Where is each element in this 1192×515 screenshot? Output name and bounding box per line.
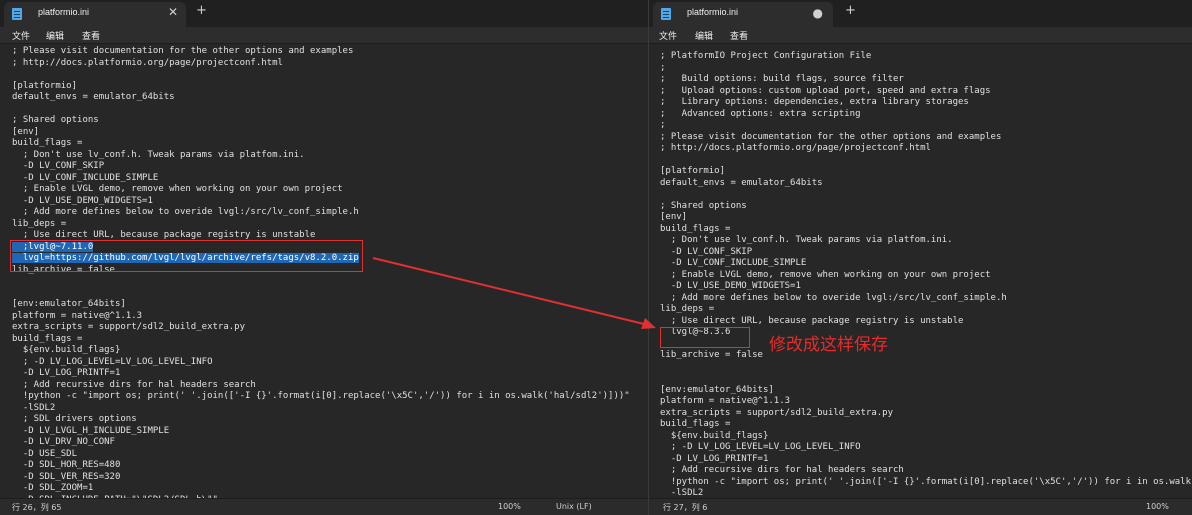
code-line: -D LV_CONF_INCLUDE_SIMPLE <box>660 258 807 268</box>
code-line: -D LV_DRV_NO_CONF <box>12 437 115 447</box>
code-line: [platformio] <box>12 80 78 91</box>
code-line: -D LV_LOG_PRINTF=1 <box>12 368 121 378</box>
tab-bar: platformio.ini ✕ + <box>0 0 648 27</box>
menu-bar: 文件 编辑 查看 <box>0 27 648 44</box>
tab-bar: platformio.ini ● + <box>649 0 1192 27</box>
tab-platformio-ini[interactable]: platformio.ini ✕ <box>4 2 186 27</box>
code-line: ; -D LV_LOG_LEVEL=LV_LOG_LEVEL_INFO <box>660 442 861 452</box>
cursor-position: 行 26，列 65 <box>12 503 62 512</box>
code-line: [env] <box>12 126 40 137</box>
code-line: ; Enable LVGL demo, remove when working … <box>12 184 343 194</box>
code-line: -D LV_CONF_INCLUDE_SIMPLE <box>12 172 159 183</box>
code-line: !python -c "import os; print(' '.join(['… <box>12 391 630 401</box>
code-line: -D SDL_VER_RES=320 <box>12 471 121 482</box>
code-line: lib_archive = false <box>660 350 763 360</box>
code-line: !python -c "import os; print(' '.join(['… <box>660 476 1192 487</box>
annotation-label: 修改成这样保存 <box>769 335 888 355</box>
code-line: ; Don't use lv_conf.h. Tweak params via … <box>12 149 305 160</box>
highlight-box-old-deps <box>10 240 363 272</box>
menu-bar: 文件 编辑 查看 <box>649 27 1192 44</box>
code-line: -D LV_USE_DEMO_WIDGETS=1 <box>660 281 801 291</box>
code-line: ; Please visit documentation for the oth… <box>660 131 1002 142</box>
unsaved-dot-icon[interactable]: ● <box>813 6 823 20</box>
code-line: -D USE_SDL <box>12 448 78 459</box>
code-line: -D LV_CONF_SKIP <box>12 161 105 171</box>
new-tab-button[interactable]: + <box>196 3 207 18</box>
code-line: ; Build options: build flags, source fil… <box>660 74 904 84</box>
code-line: -D LV_USE_DEMO_WIDGETS=1 <box>12 195 153 206</box>
code-line: ; SDL drivers options <box>12 414 137 424</box>
zoom-level: 100% <box>498 502 521 511</box>
code-line: ; Enable LVGL demo, remove when working … <box>660 269 991 280</box>
code-line: lib_deps = <box>660 304 715 314</box>
code-line: default_envs = emulator_64bits <box>12 92 175 102</box>
line-ending: Unix (LF) <box>556 502 592 511</box>
code-line: ${env.build_flags} <box>660 430 769 441</box>
code-line: -lSDL2 <box>660 488 704 498</box>
status-bar: 行 26，列 65 100% Unix (LF) <box>0 498 648 515</box>
code-line: ; Add recursive dirs for hal headers sea… <box>12 379 256 390</box>
code-line: ; <box>660 62 666 73</box>
menu-file[interactable]: 文件 <box>12 29 30 42</box>
notepad-window-right: platformio.ini ● + 文件 编辑 查看 ; PlatformIO… <box>648 0 1192 515</box>
status-bar: 行 27，列 6 100% <box>649 498 1192 515</box>
code-line: ; Add recursive dirs for hal headers sea… <box>660 465 904 475</box>
code-line: ; Advanced options: extra scripting <box>660 108 861 119</box>
code-line: build_flags = <box>12 138 83 148</box>
menu-view[interactable]: 查看 <box>82 29 100 42</box>
code-line: ; Add more defines below to overide lvgl… <box>12 207 359 217</box>
close-tab-icon[interactable]: ✕ <box>168 5 178 19</box>
code-line: [env:emulator_64bits] <box>660 384 774 395</box>
menu-edit[interactable]: 编辑 <box>46 29 64 42</box>
cursor-position: 行 27，列 6 <box>663 503 708 512</box>
highlight-box-new-deps <box>660 327 750 348</box>
code-line: ; http://docs.platformio.org/page/projec… <box>12 57 283 68</box>
code-line: [env:emulator_64bits] <box>12 299 126 309</box>
code-line: default_envs = emulator_64bits <box>660 177 823 188</box>
tab-title: platformio.ini <box>687 7 739 17</box>
notepad-file-icon <box>661 8 671 20</box>
code-line: ; Upload options: custom upload port, sp… <box>660 85 991 96</box>
code-line: ; Shared options <box>12 115 99 125</box>
code-line: build_flags = <box>660 419 731 429</box>
code-line: platform = native@^1.1.3 <box>12 310 143 321</box>
code-line: -D SDL_HOR_RES=480 <box>12 460 121 470</box>
menu-file[interactable]: 文件 <box>659 29 677 42</box>
code-line: lib_deps = <box>12 218 67 229</box>
code-line: ; http://docs.platformio.org/page/projec… <box>660 143 931 153</box>
menu-view[interactable]: 查看 <box>730 29 748 42</box>
code-line: -lSDL2 <box>12 402 56 413</box>
code-line: -D LV_LVGL_H_INCLUDE_SIMPLE <box>12 425 170 436</box>
code-line: ; <box>660 120 666 130</box>
code-line: ; Please visit documentation for the oth… <box>12 46 354 56</box>
code-line: -D LV_CONF_SKIP <box>660 246 753 257</box>
new-tab-button[interactable]: + <box>845 3 856 18</box>
code-line: -D SDL_ZOOM=1 <box>12 483 94 493</box>
zoom-level: 100% <box>1146 502 1169 511</box>
code-line: build_flags = <box>660 223 731 234</box>
code-line: [platformio] <box>660 166 726 176</box>
code-line: -D LV_LOG_PRINTF=1 <box>660 453 769 464</box>
notepad-file-icon <box>12 8 22 20</box>
code-line: ; -D LV_LOG_LEVEL=LV_LOG_LEVEL_INFO <box>12 356 213 367</box>
code-line: [env] <box>660 212 688 222</box>
menu-edit[interactable]: 编辑 <box>695 29 713 42</box>
code-line: ; Shared options <box>660 200 747 211</box>
code-line: build_flags = <box>12 333 83 344</box>
code-line: extra_scripts = support/sdl2_build_extra… <box>12 322 245 332</box>
code-line: ; Add more defines below to overide lvgl… <box>660 292 1007 303</box>
code-line: ; Use direct URL, because package regist… <box>660 315 964 326</box>
code-line: extra_scripts = support/sdl2_build_extra… <box>660 407 893 418</box>
code-line: ; Library options: dependencies, extra l… <box>660 97 969 107</box>
text-editor-area[interactable]: ; PlatformIO Project Configuration File;… <box>649 45 1192 498</box>
code-line: ; Don't use lv_conf.h. Tweak params via … <box>660 235 953 245</box>
tab-platformio-ini[interactable]: platformio.ini ● <box>653 2 833 27</box>
code-line: ; PlatformIO Project Configuration File <box>660 51 872 61</box>
code-line: ${env.build_flags} <box>12 345 121 355</box>
tab-title: platformio.ini <box>38 7 90 17</box>
code-line: platform = native@^1.1.3 <box>660 396 791 406</box>
